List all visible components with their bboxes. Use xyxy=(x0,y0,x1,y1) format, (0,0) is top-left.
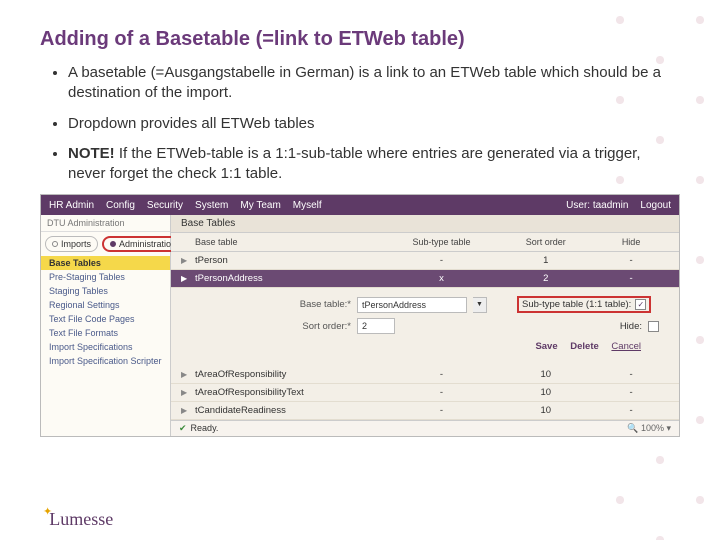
bullet-item: NOTE! If the ETWeb-table is a 1:1-sub-ta… xyxy=(68,144,680,185)
sidebar-item[interactable]: Text File Formats xyxy=(41,326,170,340)
table-row[interactable]: ▶ tCandidateReadiness - 10 - xyxy=(171,402,679,420)
app-menubar: HR Admin Config Security System My Team … xyxy=(41,195,679,215)
menu-security[interactable]: Security xyxy=(147,200,183,211)
table-row[interactable]: ▶ tAreaOfResponsibility - 10 - xyxy=(171,366,679,384)
basetable-label: Base table:* xyxy=(291,299,351,310)
main-panel: Base Tables Base table Sub-type table So… xyxy=(171,215,679,436)
sidebar-item[interactable]: Import Specification Scripter xyxy=(41,354,170,368)
zoom-level[interactable]: 🔍 100% ▾ xyxy=(627,423,671,434)
subtype-highlight: Sub-type table (1:1 table): ✓ xyxy=(517,296,651,313)
table-header: Base table Sub-type table Sort order Hid… xyxy=(171,233,679,252)
sortorder-input[interactable]: 2 xyxy=(357,318,395,334)
sidebar-item[interactable]: Text File Code Pages xyxy=(41,312,170,326)
note-text: If the ETWeb-table is a 1:1-sub-table wh… xyxy=(68,145,641,182)
table-row[interactable]: ▶ tPerson - 1 - xyxy=(171,252,679,270)
chevron-down-icon[interactable]: ▼ xyxy=(473,297,487,313)
expand-icon[interactable]: ▶ xyxy=(181,388,195,397)
tab-imports[interactable]: Imports xyxy=(45,236,98,252)
sidebar-item-base-tables[interactable]: Base Tables xyxy=(41,256,170,270)
main-title: Base Tables xyxy=(171,215,679,233)
hide-checkbox[interactable] xyxy=(648,321,659,332)
menu-my-team[interactable]: My Team xyxy=(240,200,280,211)
table-row-expanded[interactable]: ▶ tPersonAddress x 2 - xyxy=(171,270,679,288)
menu-system[interactable]: System xyxy=(195,200,228,211)
col-sub-type: Sub-type table xyxy=(385,237,499,247)
status-ready: Ready. xyxy=(179,423,218,434)
subtype-checkbox[interactable]: ✓ xyxy=(635,299,646,310)
sidebar-header: DTU Administration xyxy=(41,215,170,232)
logout-link[interactable]: Logout xyxy=(640,200,671,211)
bullet-list: A basetable (=Ausgangstabelle in German)… xyxy=(40,63,680,184)
subtype-label: Sub-type table (1:1 table): xyxy=(522,299,631,310)
sidebar: DTU Administration Imports Administratio… xyxy=(41,215,171,436)
cancel-link[interactable]: Cancel xyxy=(611,341,641,352)
collapse-icon[interactable]: ▶ xyxy=(181,274,195,283)
sidebar-item[interactable]: Staging Tables xyxy=(41,284,170,298)
save-button[interactable]: Save xyxy=(535,341,557,352)
slide-title: Adding of a Basetable (=link to ETWeb ta… xyxy=(40,28,680,51)
bullet-item: Dropdown provides all ETWeb tables xyxy=(68,114,680,134)
menu-myself[interactable]: Myself xyxy=(293,200,322,211)
row-detail-panel: Base table:* tPersonAddress ▼ Sub-type t… xyxy=(171,288,679,366)
col-hide: Hide xyxy=(593,237,669,247)
expand-icon[interactable]: ▶ xyxy=(181,370,195,379)
user-label: User: taadmin xyxy=(566,200,628,211)
sidebar-item[interactable]: Pre-Staging Tables xyxy=(41,270,170,284)
bullet-item: A basetable (=Ausgangstabelle in German)… xyxy=(68,63,680,104)
delete-button[interactable]: Delete xyxy=(570,341,599,352)
col-sort-order: Sort order xyxy=(498,237,593,247)
basetable-dropdown[interactable]: tPersonAddress xyxy=(357,297,467,313)
sidebar-item[interactable]: Import Specifications xyxy=(41,340,170,354)
spark-icon: ✦ xyxy=(43,506,52,518)
expand-icon[interactable]: ▶ xyxy=(181,256,195,265)
lumesse-logo: ✦Lumesse xyxy=(40,509,113,530)
col-base-table: Base table xyxy=(195,237,385,247)
hide-label: Hide: xyxy=(620,321,642,332)
menu-hr-admin[interactable]: HR Admin xyxy=(49,200,94,211)
table-row[interactable]: ▶ tAreaOfResponsibilityText - 10 - xyxy=(171,384,679,402)
sidebar-item[interactable]: Regional Settings xyxy=(41,298,170,312)
app-window: HR Admin Config Security System My Team … xyxy=(40,194,680,437)
status-bar: Ready. 🔍 100% ▾ xyxy=(171,420,679,436)
expand-icon[interactable]: ▶ xyxy=(181,406,195,415)
menu-config[interactable]: Config xyxy=(106,200,135,211)
note-label: NOTE! xyxy=(68,145,115,162)
sortorder-label: Sort order:* xyxy=(291,321,351,332)
